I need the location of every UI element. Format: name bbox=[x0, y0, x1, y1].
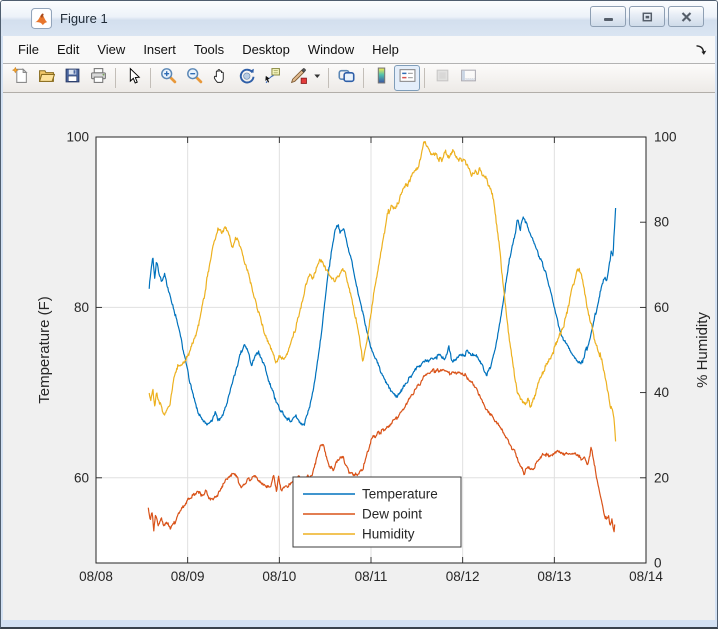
x-tick-label: 08/09 bbox=[171, 569, 205, 584]
brush-icon bbox=[290, 67, 307, 89]
y-left-tick-label: 60 bbox=[74, 470, 89, 485]
menu-item-tools[interactable]: Tools bbox=[185, 38, 233, 61]
close-button[interactable] bbox=[668, 6, 704, 27]
link-plot-button[interactable] bbox=[333, 65, 359, 91]
save-figure-button[interactable] bbox=[59, 65, 85, 91]
new-figure-button[interactable] bbox=[7, 65, 33, 91]
menu-item-desktop[interactable]: Desktop bbox=[233, 38, 299, 61]
x-tick-label: 08/12 bbox=[446, 569, 480, 584]
restore-button[interactable] bbox=[629, 6, 665, 27]
y-right-axis-label: % Humidity bbox=[694, 312, 711, 388]
legend-label-dew-point: Dew point bbox=[362, 507, 422, 522]
figure-window: Figure 1 FileEditViewInsertToolsDesktopW… bbox=[0, 0, 718, 629]
legend-label-temperature: Temperature bbox=[362, 487, 438, 502]
legend[interactable]: Temperature Dew point Humidity bbox=[293, 477, 461, 547]
y-right-tick-label: 0 bbox=[654, 556, 662, 571]
zoom-in-button[interactable] bbox=[155, 65, 181, 91]
y-right-tick-label: 100 bbox=[654, 130, 677, 145]
brush-caret-icon bbox=[309, 67, 326, 89]
minimize-button[interactable] bbox=[590, 6, 626, 27]
dock-figure-arrow-icon[interactable] bbox=[695, 43, 707, 55]
x-tick-label: 08/08 bbox=[79, 569, 113, 584]
toolbar-separator bbox=[150, 68, 151, 88]
insert-colorbar-button[interactable] bbox=[368, 65, 394, 91]
hide-plot-tools-icon bbox=[434, 67, 451, 89]
x-tick-label: 08/14 bbox=[629, 569, 663, 584]
x-tick-label: 08/10 bbox=[262, 569, 296, 584]
plot-svg: 08/08 08/09 08/10 08/11 08/12 08/13 08/14 100 80… bbox=[3, 93, 717, 620]
toolbar-separator bbox=[115, 68, 116, 88]
data-cursor-icon bbox=[264, 67, 281, 89]
menu-item-help[interactable]: Help bbox=[363, 38, 408, 61]
show-plot-tools-button[interactable] bbox=[455, 65, 481, 91]
y-left-tick-label: 100 bbox=[66, 130, 89, 145]
open-file-button[interactable] bbox=[33, 65, 59, 91]
print-figure-button[interactable] bbox=[85, 65, 111, 91]
y-right-tick-label: 40 bbox=[654, 385, 669, 400]
pan-icon bbox=[212, 67, 229, 89]
menu-items: FileEditViewInsertToolsDesktopWindowHelp bbox=[9, 38, 408, 61]
print-figure-icon bbox=[90, 67, 107, 89]
y-left-axis-label: Temperature (F) bbox=[36, 296, 53, 404]
brush-button[interactable] bbox=[285, 65, 311, 91]
y-right-tick-label: 80 bbox=[654, 215, 669, 230]
data-cursor-button[interactable] bbox=[259, 65, 285, 91]
rotate-3d-button[interactable] bbox=[233, 65, 259, 91]
edit-plot-icon bbox=[125, 67, 142, 89]
title-bar[interactable]: Figure 1 bbox=[1, 1, 717, 36]
menu-item-edit[interactable]: Edit bbox=[48, 38, 88, 61]
toolbar-separator bbox=[363, 68, 364, 88]
show-plot-tools-icon bbox=[460, 67, 477, 89]
y-right-tick-label: 60 bbox=[654, 300, 669, 315]
hide-plot-tools-button[interactable] bbox=[429, 65, 455, 91]
toolbar-separator bbox=[328, 68, 329, 88]
menu-item-insert[interactable]: Insert bbox=[134, 38, 185, 61]
zoom-out-button[interactable] bbox=[181, 65, 207, 91]
window-title: Figure 1 bbox=[60, 11, 582, 26]
menu-item-file[interactable]: File bbox=[9, 38, 48, 61]
zoom-in-icon bbox=[160, 67, 177, 89]
figure-canvas: 08/08 08/09 08/10 08/11 08/12 08/13 08/14 100 80… bbox=[3, 93, 715, 620]
menu-item-view[interactable]: View bbox=[88, 38, 134, 61]
x-tick-label: 08/11 bbox=[355, 569, 388, 584]
new-figure-icon bbox=[12, 67, 29, 89]
rotate-3d-icon bbox=[238, 67, 255, 89]
zoom-out-icon bbox=[186, 67, 203, 89]
y-left-tick-label: 80 bbox=[74, 300, 89, 315]
y-right-tick-label: 20 bbox=[654, 470, 669, 485]
menu-item-window[interactable]: Window bbox=[299, 38, 363, 61]
insert-legend-icon bbox=[399, 67, 416, 89]
x-tick-label: 08/13 bbox=[537, 569, 571, 584]
link-plot-icon bbox=[338, 67, 355, 89]
brush-caret-button[interactable] bbox=[311, 65, 324, 91]
toolbar-separator bbox=[424, 68, 425, 88]
save-figure-icon bbox=[64, 67, 81, 89]
legend-label-humidity: Humidity bbox=[362, 527, 415, 542]
edit-plot-button[interactable] bbox=[120, 65, 146, 91]
window-controls bbox=[590, 6, 704, 27]
toolbar bbox=[3, 64, 715, 93]
menu-bar: FileEditViewInsertToolsDesktopWindowHelp bbox=[3, 36, 715, 64]
open-file-icon bbox=[38, 67, 55, 89]
pan-button[interactable] bbox=[207, 65, 233, 91]
matlab-figure-icon[interactable] bbox=[31, 8, 52, 29]
insert-colorbar-icon bbox=[373, 67, 390, 89]
insert-legend-button[interactable] bbox=[394, 65, 420, 91]
